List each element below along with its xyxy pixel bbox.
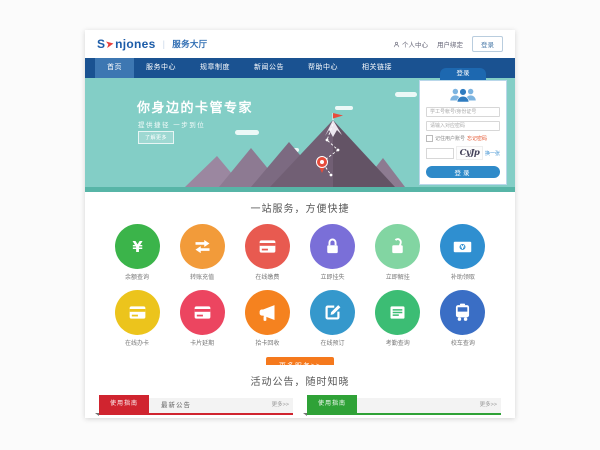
service-label: 在线预订 — [307, 338, 359, 347]
card-icon — [115, 290, 160, 335]
tab-usage-guide-right[interactable]: 使用指南 — [307, 395, 357, 413]
service-item-1[interactable]: 转账充值 — [176, 224, 228, 281]
service-item-11[interactable]: 校车查询 — [437, 290, 489, 347]
hero-title: 你身边的卡管专家 — [137, 97, 253, 116]
services-title: 一站服务，方便快捷 — [85, 192, 515, 215]
service-item-0[interactable]: ¥ 余额查询 — [111, 224, 163, 281]
service-item-4[interactable]: 立即解挂 — [372, 224, 424, 281]
transfer-icon — [180, 224, 225, 269]
service-label: 立即挂失 — [307, 272, 359, 281]
money-icon: ¥ — [440, 224, 485, 269]
site-header: S➤njones | 服务大厅 个人中心 用户绑定 登录 — [85, 30, 515, 58]
nav-item-2[interactable]: 规章制度 — [188, 58, 242, 78]
site-page: S➤njones | 服务大厅 个人中心 用户绑定 登录 首页服务中心规章制度新… — [85, 30, 515, 418]
service-label: 补助领取 — [437, 272, 489, 281]
header-link-user-binding[interactable]: 用户绑定 — [437, 39, 463, 49]
service-label: 卡片延期 — [176, 338, 228, 347]
service-item-9[interactable]: 在线预订 — [307, 290, 359, 347]
header-link-personal-center[interactable]: 个人中心 — [393, 39, 428, 49]
service-item-5[interactable]: ¥ 补助领取 — [437, 224, 489, 281]
service-label: 校车查询 — [437, 338, 489, 347]
announcements-title: 活动公告，随时知晓 — [85, 365, 515, 388]
service-label: 拾卡回收 — [241, 338, 293, 347]
mountain-illustration — [185, 112, 405, 187]
service-label: 考勤查询 — [372, 338, 424, 347]
announcement-columns: 使用指南 最新公告 更多>> 使用指南 更多>> — [85, 398, 515, 415]
service-item-3[interactable]: 立即挂失 — [307, 224, 359, 281]
captcha-row: CyJp 换一张 — [426, 146, 500, 160]
yuan-icon: ¥ — [115, 224, 160, 269]
services-row-2: 在线办卡 卡片延期 拾卡回收 在线预订 考勤查询 校车查询 — [85, 290, 515, 347]
captcha-image[interactable]: CyJp — [456, 146, 483, 160]
tab-bar-right: 使用指南 更多>> — [307, 398, 501, 415]
service-label: 转账充值 — [176, 272, 228, 281]
remember-row: 记住用户账号 忘记密码 — [426, 135, 500, 142]
tab-usage-guide-left[interactable]: 使用指南 — [99, 395, 149, 413]
logo-divider: | — [163, 39, 166, 49]
tab-bar-left: 使用指南 最新公告 更多>> — [99, 398, 293, 415]
more-link-right[interactable]: 更多>> — [480, 398, 497, 413]
service-item-8[interactable]: 拾卡回收 — [241, 290, 293, 347]
captcha-refresh-link[interactable]: 换一张 — [485, 150, 500, 157]
hero-subtitle: 提供捷径 一步到位 — [138, 119, 205, 129]
login-panel: 登录 记住用户账号 忘记密码 CyJp 换一张 登录 — [419, 68, 507, 185]
nav-item-0[interactable]: 首页 — [95, 58, 134, 78]
service-item-6[interactable]: 在线办卡 — [111, 290, 163, 347]
forgot-password-link[interactable]: 忘记密码 — [467, 135, 487, 142]
login-form: 记住用户账号 忘记密码 CyJp 换一张 登录 — [419, 80, 507, 185]
remember-label: 记住用户账号 — [435, 135, 465, 142]
card-icon — [245, 224, 290, 269]
cloud-shape — [395, 92, 417, 97]
remember-checkbox[interactable] — [426, 135, 433, 142]
header-right: 个人中心 用户绑定 登录 — [393, 36, 503, 52]
service-item-7[interactable]: 卡片延期 — [176, 290, 228, 347]
megaphone-icon — [245, 290, 290, 335]
users-group-icon — [446, 86, 480, 103]
svg-text:¥: ¥ — [461, 245, 465, 251]
list-icon — [375, 290, 420, 335]
username-input[interactable] — [426, 107, 500, 117]
tab-latest-announcements[interactable]: 最新公告 — [161, 398, 191, 413]
logo-bolt-icon: ➤ — [105, 38, 115, 50]
logo[interactable]: S➤njones | 服务大厅 — [97, 37, 207, 51]
lock-icon — [310, 224, 355, 269]
services-row-1: ¥ 余额查询 转账充值 在线缴费 立即挂失 立即解挂 ¥ 补助领取 — [85, 224, 515, 281]
card-icon — [180, 290, 225, 335]
logo-tagline: 服务大厅 — [172, 38, 207, 50]
nav-item-1[interactable]: 服务中心 — [134, 58, 188, 78]
announcement-col-left: 使用指南 最新公告 更多>> — [99, 398, 293, 415]
login-tab[interactable]: 登录 — [440, 68, 486, 80]
password-input[interactable] — [426, 121, 500, 131]
captcha-input[interactable] — [426, 148, 454, 159]
svg-text:¥: ¥ — [132, 238, 143, 256]
service-label: 在线缴费 — [241, 272, 293, 281]
service-item-2[interactable]: 在线缴费 — [241, 224, 293, 281]
service-item-10[interactable]: 考勤查询 — [372, 290, 424, 347]
edit-icon — [310, 290, 355, 335]
header-login-button[interactable]: 登录 — [472, 36, 503, 52]
announcements-section: 活动公告，随时知晓 使用指南 最新公告 更多>> 使用指南 更多>> — [85, 365, 515, 418]
service-label: 立即解挂 — [372, 272, 424, 281]
logo-text-2: njones — [115, 37, 155, 51]
more-link-left[interactable]: 更多>> — [272, 398, 289, 413]
nav-item-4[interactable]: 帮助中心 — [296, 58, 350, 78]
unlock-icon — [375, 224, 420, 269]
service-label: 在线办卡 — [111, 338, 163, 347]
nav-item-3[interactable]: 新闻公告 — [242, 58, 296, 78]
announcement-col-right: 使用指南 更多>> — [307, 398, 501, 415]
hero-cta-button[interactable]: 了解更多 — [138, 131, 174, 144]
cloud-shape — [335, 106, 353, 110]
bus-icon — [440, 290, 485, 335]
user-icon — [393, 41, 400, 48]
service-label: 余额查询 — [111, 272, 163, 281]
services-section: 一站服务，方便快捷 ¥ 余额查询 转账充值 在线缴费 立即挂失 立即解挂 ¥ 补助领取 在线办… — [85, 192, 515, 365]
login-submit-button[interactable]: 登录 — [426, 166, 500, 178]
nav-item-5[interactable]: 相关链接 — [350, 58, 404, 78]
